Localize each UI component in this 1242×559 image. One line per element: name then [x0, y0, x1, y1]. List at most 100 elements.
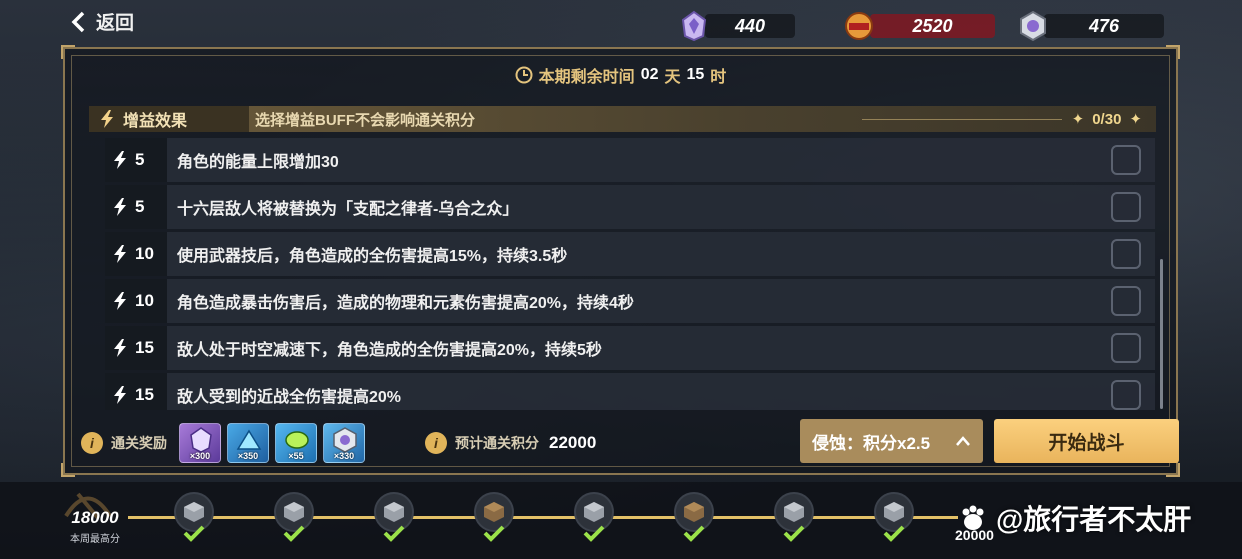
- info-icon[interactable]: i: [425, 432, 447, 454]
- check-icon: [583, 525, 605, 542]
- buff-cost-value: 5: [135, 150, 145, 169]
- check-icon: [383, 525, 405, 542]
- currency-token[interactable]: 2520: [845, 12, 995, 40]
- buff-cost: 10: [105, 232, 167, 276]
- sparkle-icon: ✦: [1129, 111, 1142, 128]
- lightning-icon: [114, 151, 126, 169]
- purple-crystal-icon: [681, 10, 707, 42]
- buff-cost: 10: [105, 279, 167, 323]
- chest-icon: [484, 502, 504, 522]
- reward-qty: ×55: [288, 451, 304, 461]
- cube-icon: [184, 502, 204, 522]
- buff-cost-value: 15: [135, 338, 154, 357]
- buff-checkbox[interactable]: [1111, 333, 1141, 363]
- check-icon: [283, 525, 305, 542]
- lightning-icon: [101, 110, 113, 128]
- check-icon: [883, 525, 905, 542]
- milestone-node[interactable]: [570, 492, 618, 542]
- milestone-node[interactable]: [770, 492, 818, 542]
- lightning-icon: [114, 245, 126, 263]
- check-icon: [183, 525, 205, 542]
- corner-ornament: [61, 463, 75, 477]
- chest-icon: [684, 502, 704, 522]
- challenge-panel: 本期剩余时间 02 天 15 时 增益效果 选择增益BUFF不会影响通关积分 ✦…: [61, 45, 1180, 477]
- reward-item[interactable]: ×300: [179, 423, 221, 463]
- scrollbar[interactable]: [1160, 259, 1163, 409]
- currency-badge[interactable]: 476: [1020, 10, 1164, 42]
- milestone-node[interactable]: [270, 492, 318, 542]
- buff-tab-label: 增益效果: [123, 113, 188, 130]
- corner-ornament: [1166, 45, 1180, 59]
- best-score-value: 18000: [71, 508, 119, 527]
- check-icon: [783, 525, 805, 542]
- milestone-node[interactable]: [870, 492, 918, 542]
- buff-row[interactable]: 5 角色的能量上限增加30: [105, 138, 1155, 182]
- lightning-icon: [114, 198, 126, 216]
- lightning-icon: [114, 386, 126, 404]
- buff-row[interactable]: 10 角色造成暴击伤害后，造成的物理和元素伤害提高20%，持续4秒: [105, 279, 1155, 323]
- back-button[interactable]: 返回: [70, 8, 134, 35]
- currency-value: 2520: [870, 14, 995, 38]
- buff-cost-value: 15: [135, 385, 154, 404]
- cube-icon: [784, 502, 804, 522]
- progress-track: [128, 516, 958, 519]
- check-icon: [683, 525, 705, 542]
- reward-qty: ×330: [333, 451, 355, 461]
- currency-crystal[interactable]: 440: [681, 10, 795, 42]
- estimate-label: 预计通关积分: [455, 435, 539, 451]
- currency-value: 476: [1044, 14, 1164, 38]
- buff-row[interactable]: 15 敌人受到的近战全伤害提高20%: [105, 373, 1155, 410]
- corrode-button[interactable]: 侵蚀：积分x2.5: [800, 419, 983, 463]
- reward-item[interactable]: ×330: [323, 423, 365, 463]
- remaining-time: 本期剩余时间 02 天 15 时: [65, 63, 1176, 87]
- reward-qty: ×350: [237, 451, 259, 461]
- timer-prefix: 本期剩余时间: [538, 69, 635, 86]
- purple-crystal-icon: [190, 427, 212, 453]
- info-icon[interactable]: i: [81, 432, 103, 454]
- reward-item[interactable]: ×350: [227, 423, 269, 463]
- buff-note: 选择增益BUFF不会影响通关积分: [255, 111, 475, 129]
- buff-row[interactable]: 5 十六层敌人将被替换为「支配之律者-乌合之众」: [105, 185, 1155, 229]
- buff-checkbox[interactable]: [1111, 192, 1141, 222]
- corner-ornament: [1166, 463, 1180, 477]
- timer-days: 02: [640, 66, 659, 83]
- buff-checkbox[interactable]: [1111, 145, 1141, 175]
- buff-checkbox[interactable]: [1111, 239, 1141, 269]
- silver-badge-icon: [333, 427, 357, 453]
- tab-buff[interactable]: 增益效果: [89, 106, 249, 132]
- silver-badge-icon: [1020, 10, 1046, 42]
- lightning-icon: [114, 292, 126, 310]
- best-score: 18000 本周最高分: [55, 508, 135, 545]
- buff-cost: 15: [105, 326, 167, 370]
- milestone-node[interactable]: [670, 492, 718, 542]
- timer-hour-unit: 时: [710, 69, 727, 86]
- milestone-node[interactable]: [470, 492, 518, 542]
- reward-item[interactable]: ×55: [275, 423, 317, 463]
- timer-day-unit: 天: [664, 69, 681, 86]
- buff-description: 角色的能量上限增加30: [177, 154, 339, 171]
- clock-icon: [515, 66, 533, 84]
- buff-checkbox[interactable]: [1111, 286, 1141, 316]
- buff-cost: 15: [105, 373, 167, 410]
- buff-cost-value: 10: [135, 291, 154, 310]
- milestone-node[interactable]: [170, 492, 218, 542]
- gold-token-icon: [845, 12, 873, 40]
- buff-description: 敌人处于时空减速下，角色造成的全伤害提高20%，持续5秒: [177, 342, 602, 359]
- buff-list[interactable]: 5 角色的能量上限增加30 5 十六层敌人将被替换为「支配之律者-乌合之众」 1…: [105, 138, 1155, 410]
- panel-footer: i 通关奖励 ×300 ×350 ×55 ×330 i 预计通关积分 22000…: [81, 419, 1179, 467]
- buff-row[interactable]: 10 使用武器技后，角色造成的全伤害提高15%，持续3.5秒: [105, 232, 1155, 276]
- corner-ornament: [61, 45, 75, 59]
- estimated-score: i 预计通关积分 22000: [425, 432, 596, 454]
- buff-checkbox[interactable]: [1111, 380, 1141, 410]
- timer-hours: 15: [686, 66, 705, 83]
- start-battle-button[interactable]: 开始战斗: [994, 419, 1179, 463]
- cube-icon: [884, 502, 904, 522]
- buff-description: 角色造成暴击伤害后，造成的物理和元素伤害提高20%，持续4秒: [177, 295, 634, 312]
- milestone-node[interactable]: [370, 492, 418, 542]
- buff-description: 使用武器技后，角色造成的全伤害提高15%，持续3.5秒: [177, 248, 568, 265]
- blue-triangle-icon: [236, 429, 262, 450]
- buff-header: 增益效果 选择增益BUFF不会影响通关积分 ✦ 0/30 ✦: [89, 106, 1156, 132]
- check-icon: [483, 525, 505, 542]
- divider: [861, 118, 1062, 120]
- buff-row[interactable]: 15 敌人处于时空减速下，角色造成的全伤害提高20%，持续5秒: [105, 326, 1155, 370]
